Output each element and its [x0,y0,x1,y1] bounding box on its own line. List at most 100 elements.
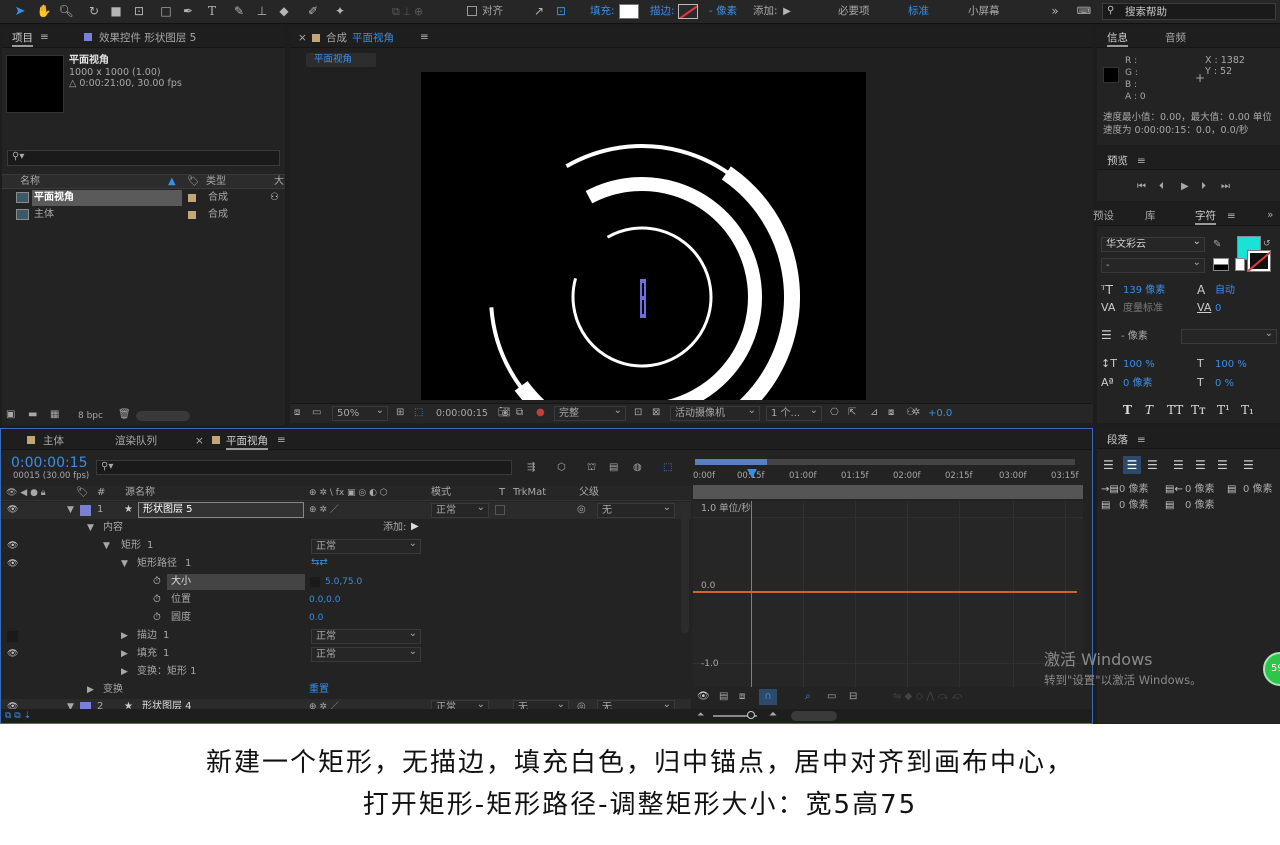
snapshot-icon[interactable]: 📷︎ [498,406,511,420]
preview-menu-icon[interactable]: ≡ [1137,154,1146,168]
justify-right-icon[interactable]: ☰ [1217,458,1228,472]
add-label[interactable]: 添加: [383,521,406,535]
col-type[interactable]: 类型 [206,175,226,189]
size-property-row[interactable]: ⏱︎ 大小 5.0,75.0 [1,574,691,591]
collapse-arrow-icon[interactable]: ▼ [103,539,110,553]
superscript-button[interactable]: T¹ [1217,403,1230,417]
collapse-arrow-icon[interactable]: ▼ [67,503,74,517]
visibility-eye-icon[interactable]: 👁︎ [7,542,19,551]
vertical-scale-value[interactable]: 100 % [1123,358,1155,372]
transform-rectangle-row[interactable]: ▶ 变换：矩形 1 [1,664,691,681]
faux-italic-button[interactable]: T [1145,403,1153,417]
tab-main[interactable]: 主体 [43,434,64,448]
new-comp-icon[interactable]: ▦ [50,408,59,422]
puppet-pin-tool-icon[interactable]: ✦ [332,3,348,20]
stroke-order-dropdown[interactable] [1181,327,1277,344]
pan-behind-tool-icon[interactable]: ⊡ [131,3,147,20]
close-icon[interactable]: × [298,31,307,45]
add-arrow-icon[interactable]: ▶ [411,520,419,534]
show-props-icon[interactable]: 👁︎ [697,690,710,704]
motion-blur-icon[interactable]: ◍ [633,461,642,475]
tracking-value[interactable]: 0 [1215,302,1221,316]
font-family-dropdown[interactable]: 华文彩云 [1101,235,1205,252]
position-property-row[interactable]: ⏱︎ 位置 0.0,0.0 [1,592,691,609]
playhead-head[interactable] [747,469,757,478]
small-caps-button[interactable]: Tт [1191,403,1206,417]
leading-value[interactable]: 自动 [1215,284,1235,298]
always-preview-icon[interactable]: ⧈ [294,406,300,420]
workspace-standard[interactable]: 标准 [908,4,929,19]
selection-tool-icon[interactable]: ➤ [12,3,28,20]
timeline-search-input[interactable]: ⚲▾ [96,460,512,475]
stroke-mode-dropdown[interactable]: 正常 [311,627,421,644]
zoom-slider-thumb[interactable] [747,711,755,719]
stroke-label[interactable]: 描边: [650,4,675,19]
tsume-value[interactable]: 0 % [1215,377,1234,391]
comp-breadcrumb[interactable]: 平面视角 [306,53,376,67]
faux-bold-button[interactable]: T [1123,403,1132,417]
next-frame-icon[interactable]: ⏵ [1201,180,1206,194]
fill-color-swatch[interactable] [619,4,639,19]
fill-label[interactable]: 填充: [590,4,615,19]
reset-link[interactable]: 重置 [309,683,329,697]
tab-preview[interactable]: 预览 [1107,154,1128,168]
stopwatch-icon[interactable]: ⏱︎ [153,575,161,589]
black-white-swatch[interactable] [1213,258,1229,271]
rectangle-path-row[interactable]: 👁︎ ▼ 矩形路径 1 ⇆⇄ [1,556,691,573]
layer-list-scrollbar[interactable] [681,503,689,633]
layer-label-swatch[interactable] [80,505,91,516]
tab-composition-prefix[interactable]: 合成 [326,31,347,45]
tab-project[interactable]: 项目 [12,31,33,47]
transparency-grid-icon[interactable]: ⬚ [414,406,423,420]
project-scrollbar[interactable] [136,411,190,421]
col-source-name[interactable]: 源名称 [125,486,155,500]
trash-icon[interactable]: 🗑︎ [118,408,131,422]
frame-blending-icon[interactable]: ▤ [609,461,618,475]
tab-audio[interactable]: 音频 [1165,31,1186,45]
stroke-width-value[interactable]: - 像素 [1121,330,1148,344]
fill-group-row[interactable]: 👁︎ ▶ 填充 1 正常 [1,645,691,663]
size-value[interactable]: 5.0,75.0 [325,575,362,589]
eyedropper-icon[interactable]: ✎ [1213,238,1221,252]
comp-menu-icon[interactable]: ≡ [420,30,429,44]
layer-name-field[interactable]: 形状图层 5 [138,502,304,518]
keyframe-tools[interactable]: ⇋ ◆ ◇ ⋀ ⤼ ⤽ [893,690,962,704]
rectangle-tool-icon[interactable]: □ [158,3,174,20]
stroke-width[interactable]: - 像素 [709,4,737,19]
horizontal-scale-value[interactable]: 100 % [1215,358,1247,372]
font-style-dropdown[interactable]: - [1101,256,1205,273]
stroke-color-swatch[interactable] [1247,250,1271,272]
justify-center-icon[interactable]: ☰ [1195,458,1206,472]
brush-tool-icon[interactable]: ✎ [231,3,247,20]
roto-brush-tool-icon[interactable]: ✐ [305,3,321,20]
indent-right-value[interactable]: 0 像素 [1185,483,1215,497]
pickwhip-icon[interactable]: ◎ [577,503,586,517]
show-snapshot-icon[interactable]: ⧉ [516,406,523,420]
stroke-group-row[interactable]: ▶ 描边 1 正常 [1,627,691,645]
rectangle-group-row[interactable]: 👁︎ ▼ 矩形 1 正常 [1,537,691,555]
align-checkbox[interactable] [467,6,477,16]
switch-icons[interactable]: ⊕ ✲ ／ [309,503,339,517]
type-tool-icon[interactable]: T [204,3,220,20]
timeline-hscroll[interactable] [791,711,837,721]
font-size-value[interactable]: 139 像素 [1123,284,1165,298]
col-parent[interactable]: 父级 [579,486,599,500]
work-area-strip[interactable] [693,485,1083,499]
timeline-menu-icon[interactable]: ≡ [277,433,286,447]
shy-icon[interactable]: ⛫ [587,461,596,475]
contents-row[interactable]: ▼ 内容 添加: ▶ [1,520,691,537]
tab-composition-name[interactable]: 平面视角 [352,31,394,45]
tab-effect-controls[interactable]: 效果控件 形状图层 5 [99,31,196,45]
expand-arrow-icon[interactable]: ▶ [121,665,128,679]
separate-dims-icon[interactable]: ⊟ [849,690,857,704]
align-center-icon[interactable]: ☰ [1123,456,1141,474]
grid-icon[interactable]: ⊠ [652,406,660,420]
roundness-value[interactable]: 0.0 [309,611,323,625]
tab-paragraph[interactable]: 段落 [1107,433,1128,447]
align-left-icon[interactable]: ☰ [1103,458,1114,472]
exposure-icon[interactable]: ✲ [912,406,920,420]
tab-libraries[interactable]: 库 [1145,209,1156,223]
snap-icon[interactable]: ∩ [759,689,777,705]
zoom-out-icon[interactable]: ⏶ [697,708,704,722]
graph-editor-icon[interactable]: ⬚ [663,461,672,475]
